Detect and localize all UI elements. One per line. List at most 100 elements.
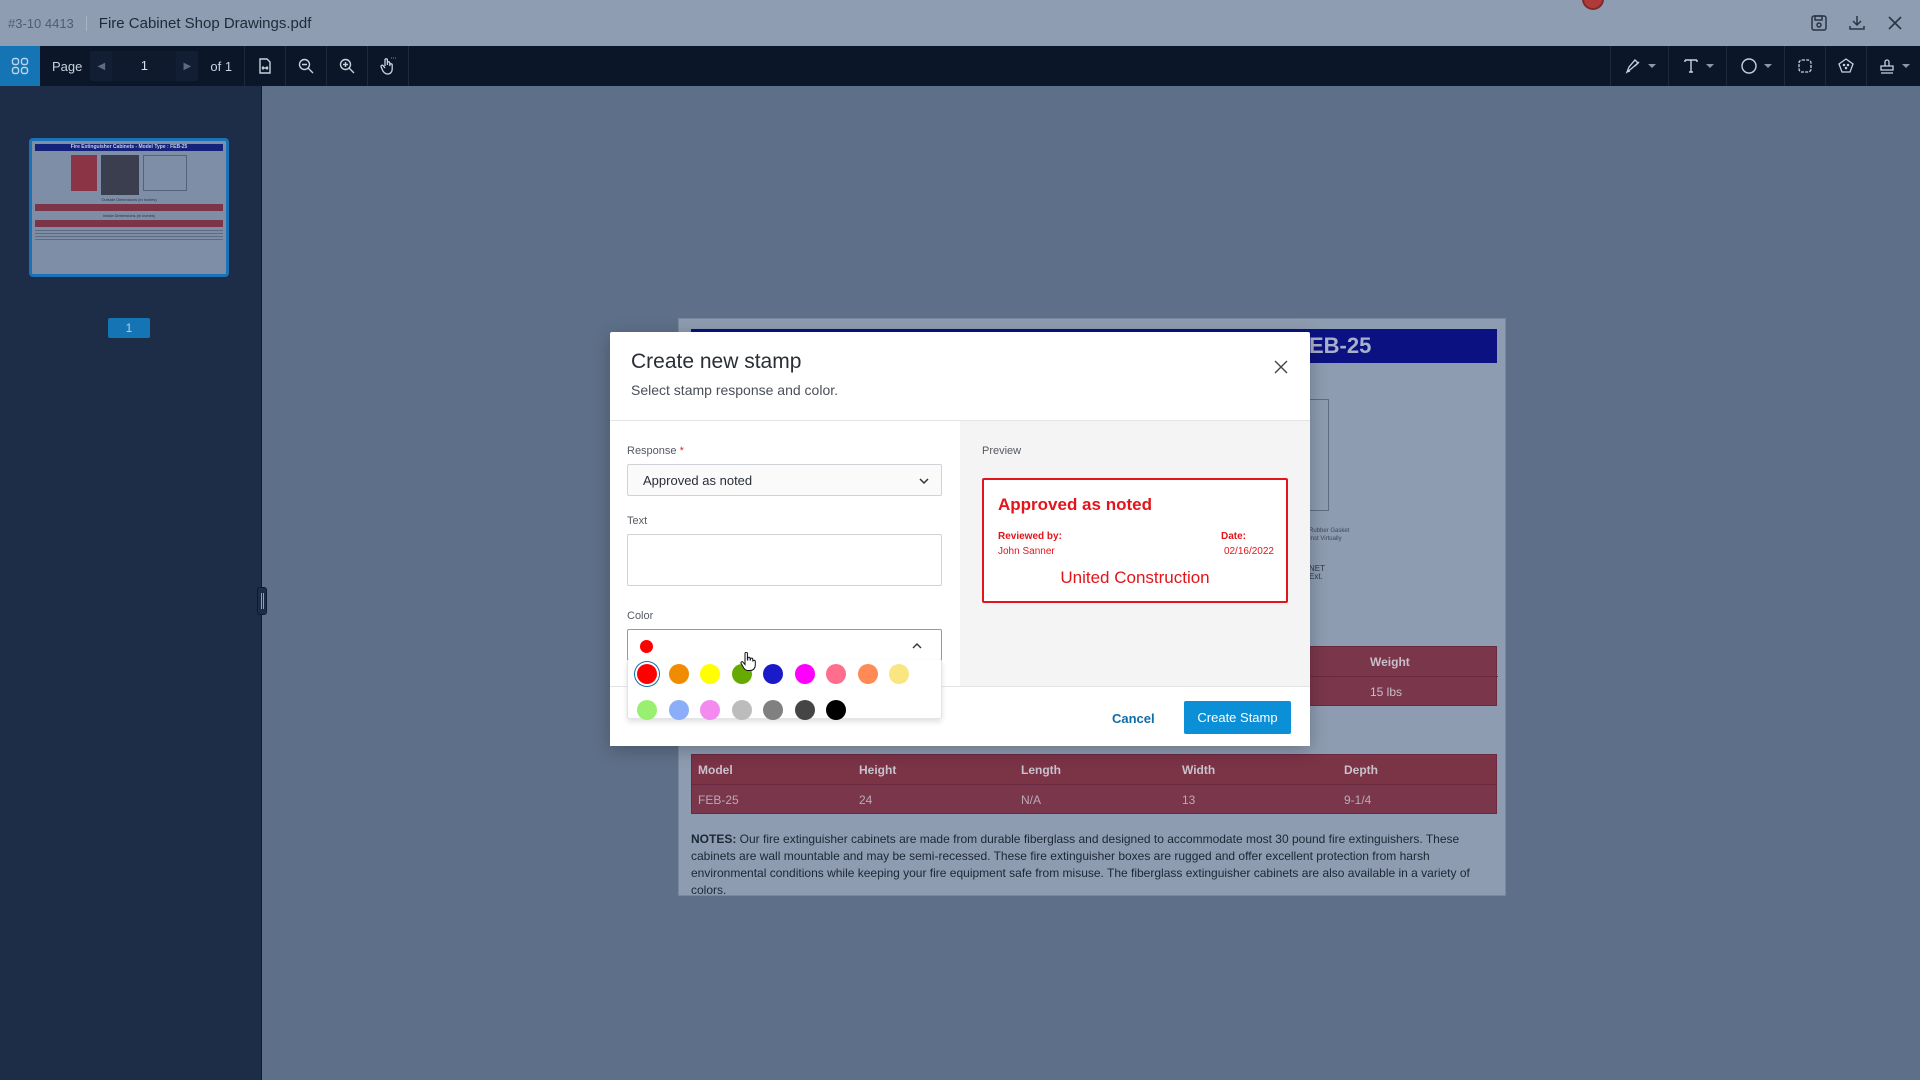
sidebar-resize-handle[interactable] [257,587,267,615]
document-name: Fire Cabinet Shop Drawings.pdf [98,14,312,32]
thumbnail-drawing-image [143,155,187,191]
required-indicator: * [679,445,684,457]
prev-page-button[interactable]: ◀ [90,61,112,72]
hand-cursor-icon [740,652,756,671]
page-label: Page [52,58,83,74]
stamp-tool-button[interactable] [1866,46,1920,86]
pen-dropdown-caret[interactable] [1647,64,1656,68]
create-stamp-button[interactable]: Create Stamp [1184,701,1291,734]
text-icon [1683,59,1698,73]
text-label: Text [627,515,648,527]
response-label: Response [627,445,677,457]
color-swatch-option[interactable] [668,700,689,720]
thumbnail-table [35,204,223,211]
color-swatch-option[interactable] [637,664,657,684]
thumbnail-sidebar: Fire Extinguisher Cabinets - Model Type … [0,86,262,1080]
page-thumbnail[interactable]: Fire Extinguisher Cabinets - Model Type … [29,138,229,277]
dialog-title: Create new stamp [631,350,802,373]
pen-tool-button[interactable] [1610,46,1668,86]
shape-tool-button[interactable] [1726,46,1784,86]
cloud-icon [1798,59,1812,73]
polygon-icon [1838,58,1854,73]
color-label: Color [627,610,654,622]
thumbnails-toggle-button[interactable] [0,46,40,86]
preview-panel: Preview Approved as noted Reviewed by: J… [960,421,1310,686]
ellipse-icon [1740,58,1757,74]
thumbnail-notes [35,230,223,240]
table-header-weight: Weight [1370,655,1410,669]
polygon-tool-button[interactable] [1825,46,1866,86]
color-swatch-option[interactable] [857,664,878,684]
toolbar: Page ◀ 1 ▶ of 1 [0,46,1920,86]
notification-badge-icon[interactable] [1582,0,1604,10]
cancel-button[interactable]: Cancel [1112,704,1155,732]
inside-dimensions-table: Model Height Length Width Depth FEB-25 2… [691,754,1497,814]
stamp-reviewed-label: Reviewed by: [998,531,1062,542]
zoom-in-icon [339,58,355,74]
response-value: Approved as noted [643,472,753,488]
thumbnail-page-number: 1 [108,318,150,338]
stamp-dropdown-caret[interactable] [1901,64,1910,68]
next-page-button[interactable]: ▶ [176,61,198,72]
dialog-subtitle: Select stamp response and color. [631,382,839,398]
stamp-company: United Construction [1060,568,1210,587]
table-header: Depth [1344,763,1378,777]
table-cell: 24 [859,793,873,807]
fit-width-button[interactable] [245,46,287,86]
download-icon[interactable] [1838,0,1876,46]
notes-text: Our fire extinguisher cabinets are made … [691,832,1470,897]
table-cell: N/A [1021,793,1042,807]
color-swatch-option[interactable] [763,700,783,720]
color-swatch-option[interactable] [763,664,783,684]
table-header: Length [1021,763,1061,777]
text-dropdown-caret[interactable] [1705,64,1714,68]
stamp-preview: Approved as noted Reviewed by: John Sann… [982,478,1288,603]
text-tool-button[interactable] [1668,46,1726,86]
selected-color-swatch [640,640,653,653]
color-swatch-option[interactable] [826,664,846,684]
page-number-input[interactable]: 1 [112,51,177,81]
pan-tool-button[interactable] [368,46,410,86]
zoom-in-button[interactable] [327,46,369,86]
color-swatch-option[interactable] [794,664,815,684]
fit-width-icon [259,58,271,74]
page-navigator: Page ◀ 1 ▶ of 1 [40,46,246,86]
color-swatch-option[interactable] [794,700,815,720]
color-swatch-option[interactable] [700,664,720,684]
cloud-tool-button[interactable] [1784,46,1825,86]
title-bar: #3-10 4413 Fire Cabinet Shop Drawings.pd… [0,0,1920,46]
color-swatch-option[interactable] [637,700,657,720]
color-swatch-option[interactable] [826,700,846,720]
thumbnail-title: Fire Extinguisher Cabinets - Model Type … [35,144,223,151]
save-icon[interactable] [1800,0,1838,46]
table-cell: 13 [1182,793,1196,807]
color-palette [627,660,942,720]
stamp-date-label: Date: [1220,531,1246,542]
shape-dropdown-caret[interactable] [1763,64,1772,68]
grid-icon [11,57,29,75]
color-select[interactable] [627,629,942,661]
drawing-label: Rubber Gasket Inst Virtually [1309,528,1350,542]
zoom-out-button[interactable] [286,46,328,86]
stamp-text-input[interactable] [627,534,942,586]
color-swatch-option[interactable] [889,664,909,684]
notes-label: NOTES: [691,832,737,846]
close-icon[interactable] [1876,0,1914,46]
preview-label: Preview [982,445,1022,457]
table-cell: 9-1/4 [1344,793,1372,807]
thumbnail-cabinet-image [71,155,97,191]
color-swatch-option[interactable] [731,700,752,720]
thumbnail-open-cabinet-image [101,155,139,195]
color-swatch-option[interactable] [700,700,720,720]
table-cell: FEB-25 [698,793,739,807]
dialog-close-button[interactable] [1270,356,1292,378]
response-select[interactable]: Approved as noted [627,464,942,496]
stamp-date: 02/16/2022 [1223,546,1274,557]
table-header: Width [1182,763,1216,777]
document-id: #3-10 4413 [8,15,87,31]
create-stamp-dialog: Create new stamp Select stamp response a… [610,332,1310,746]
color-swatch-option[interactable] [668,664,689,684]
stamp-reviewer: John Sanner [998,546,1055,557]
stamp-icon [1879,59,1894,74]
thumbnail-table [35,220,223,227]
